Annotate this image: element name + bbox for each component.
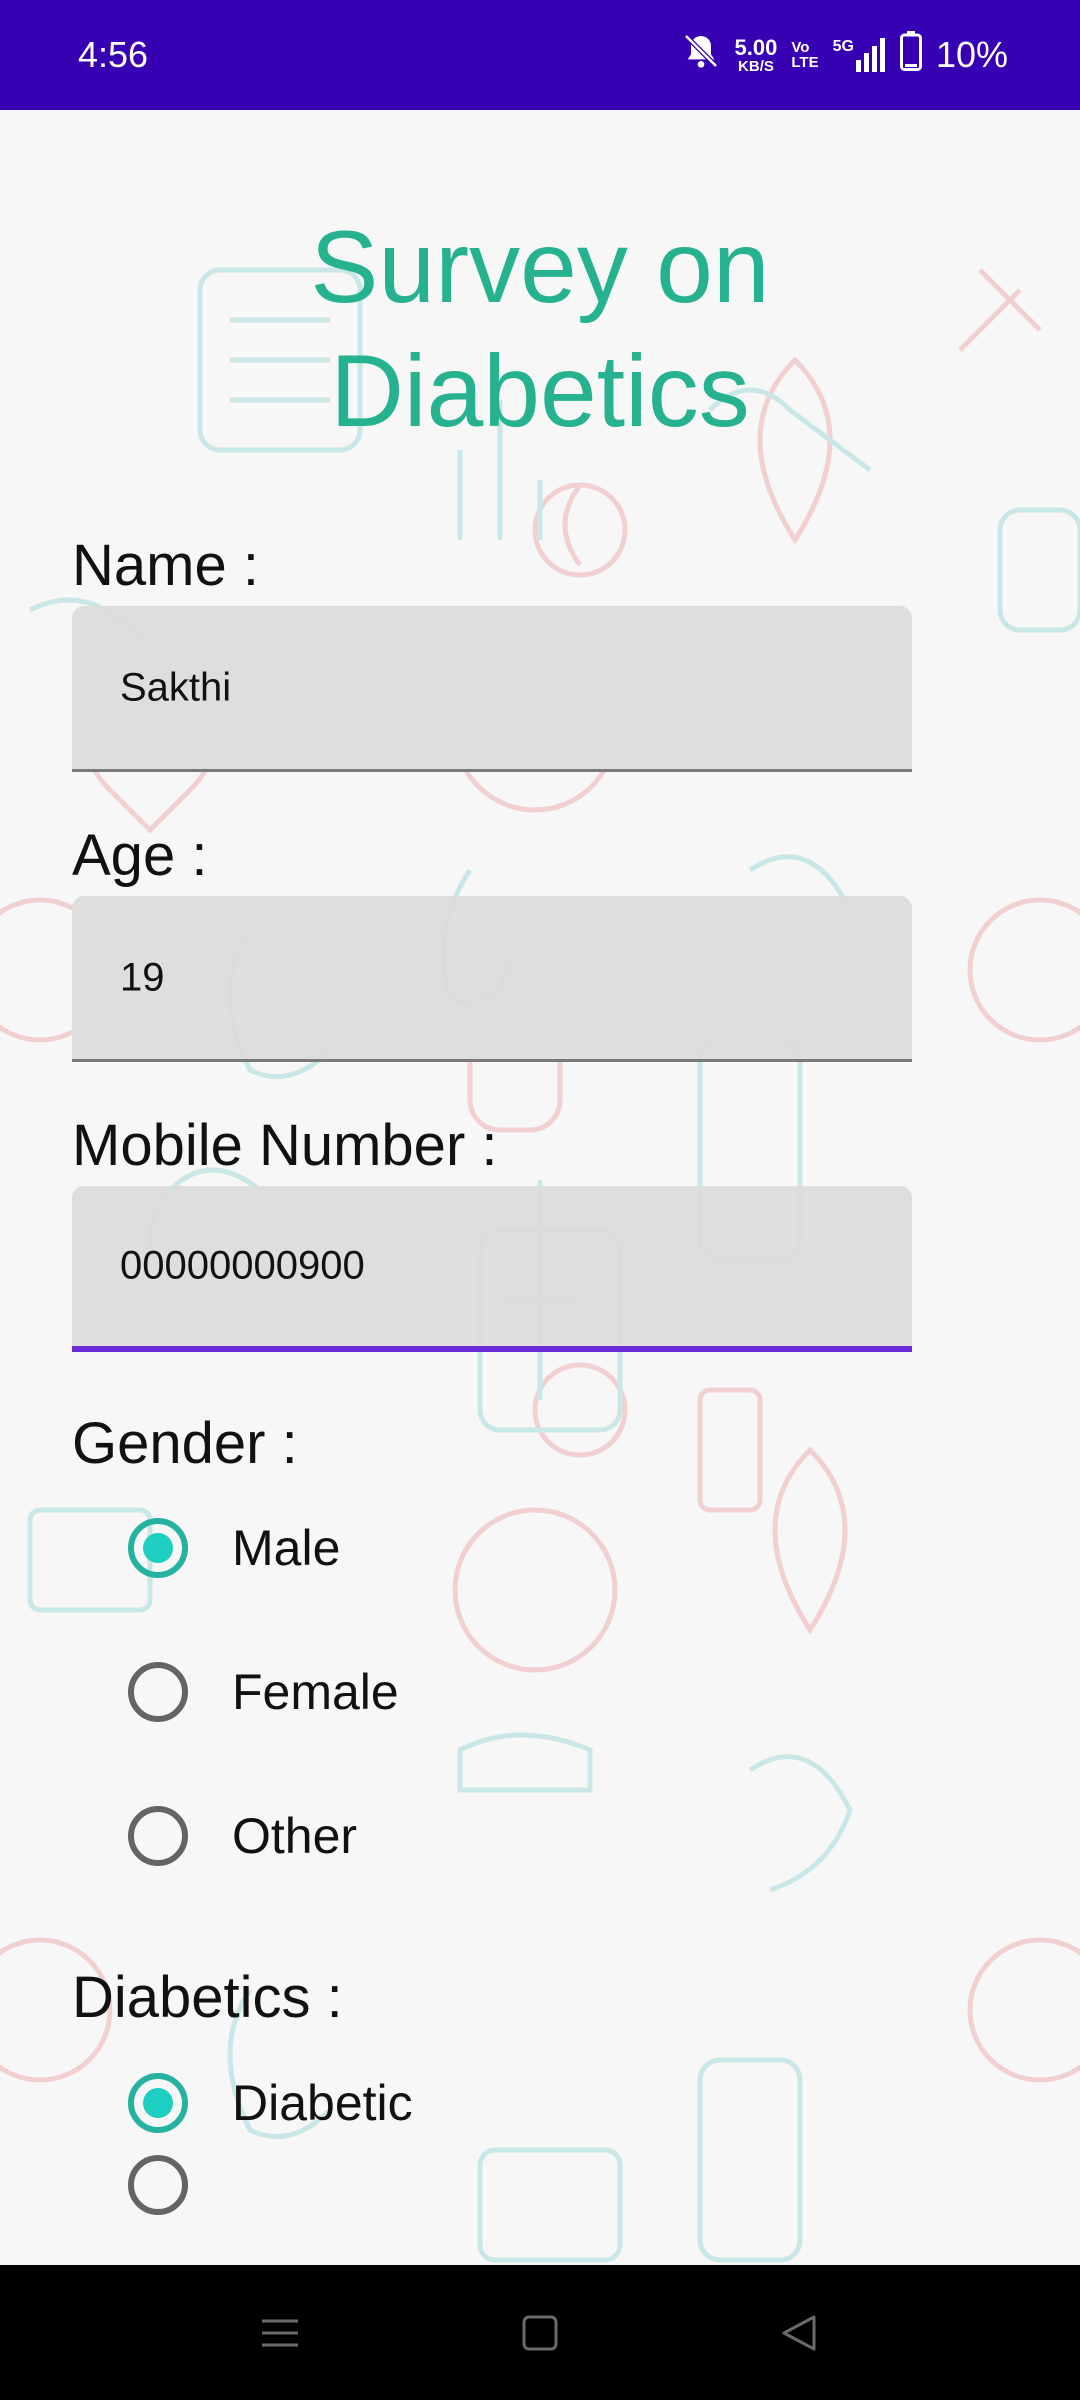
name-label: Name :: [72, 533, 259, 598]
battery-icon: [899, 30, 922, 80]
radio-button[interactable]: [128, 2155, 188, 2215]
age-field[interactable]: 19: [72, 896, 912, 1062]
battery-percent: 10%: [935, 34, 1008, 75]
name-value: Sakthi: [120, 665, 232, 709]
gender-option-male[interactable]: Male: [128, 1518, 340, 1578]
radio-label: Other: [232, 1808, 358, 1864]
radio-label: Female: [232, 1664, 399, 1720]
gender-option-female[interactable]: Female: [128, 1662, 399, 1722]
status-time: 4:56: [78, 34, 149, 75]
radio-label: Diabetic: [232, 2075, 413, 2131]
back-triangle-icon[interactable]: [770, 2303, 830, 2363]
status-bar: 4:56 5.00 KB/S Vo LTE 5G 10%: [0, 0, 1080, 110]
gender-label: Gender :: [72, 1411, 298, 1476]
bell-muted-icon: [681, 31, 721, 80]
network-speed: 5.00 KB/S: [734, 34, 778, 75]
radio-button[interactable]: [128, 1518, 188, 1578]
mobile-label: Mobile Number :: [72, 1113, 498, 1178]
age-label: Age :: [72, 823, 208, 888]
page-title: Survey on Diabetics: [310, 210, 770, 448]
radio-button[interactable]: [128, 2073, 188, 2133]
name-field[interactable]: Sakthi: [72, 606, 912, 772]
signal-icon: 5G: [833, 38, 886, 72]
gender-option-other[interactable]: Other: [128, 1806, 357, 1866]
diabetics-option-diabetic[interactable]: Diabetic: [128, 2073, 413, 2133]
diabetics-option-second[interactable]: [128, 2155, 232, 2215]
radio-button[interactable]: [128, 1662, 188, 1722]
age-value: 19: [120, 955, 165, 999]
navigation-bar: [0, 2265, 1080, 2400]
diabetics-label: Diabetics :: [72, 1965, 343, 2030]
survey-form: Survey on Diabetics Name : Sakthi Age : …: [0, 110, 1080, 2265]
mobile-field[interactable]: 00000000900: [72, 1186, 912, 1352]
home-square-icon[interactable]: [510, 2303, 570, 2363]
radio-label: Male: [232, 1520, 341, 1576]
status-icons: 5.00 KB/S Vo LTE 5G 10%: [681, 30, 1008, 80]
volte-indicator: Vo LTE: [791, 39, 819, 71]
mobile-value: 00000000900: [120, 1243, 365, 1288]
radio-button[interactable]: [128, 1806, 188, 1866]
menu-icon[interactable]: [250, 2303, 310, 2363]
